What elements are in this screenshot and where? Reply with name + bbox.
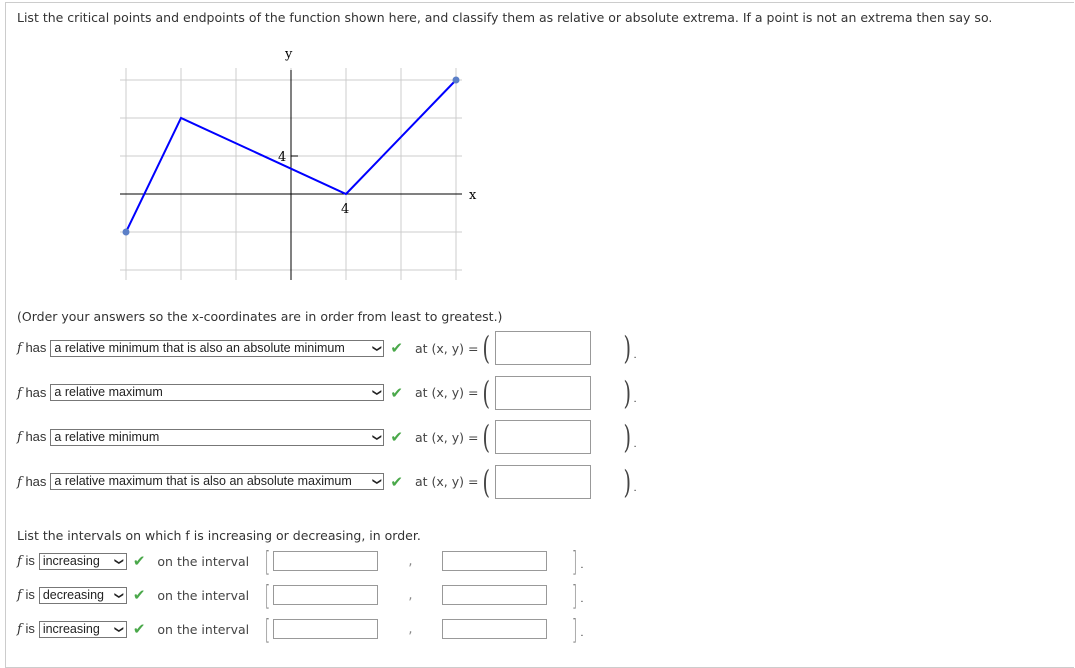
chevron-down-icon: ❯: [114, 557, 125, 565]
point-input[interactable]: [494, 375, 591, 410]
close-bracket: ]: [572, 578, 578, 612]
y-axis-label: y: [284, 47, 293, 62]
endpoint-marker: [122, 228, 130, 236]
x-tick-label: 4: [341, 202, 349, 217]
selected-value: increasing: [42, 621, 100, 636]
point-input[interactable]: [494, 420, 591, 454]
correct-check-icon: ✔: [390, 383, 403, 402]
at-label: at (x, y) =: [414, 429, 479, 445]
row-prefix: f has: [17, 384, 47, 401]
interval-start-input[interactable]: [273, 551, 379, 571]
row-prefix: f is: [17, 553, 35, 569]
interval-start-input[interactable]: [273, 619, 379, 639]
close-paren: ): [623, 462, 631, 501]
at-label: at (x, y) =: [414, 340, 479, 356]
interval-start-input[interactable]: [273, 585, 379, 605]
interval-label: on the interval: [157, 553, 250, 569]
open-paren: (: [482, 418, 491, 456]
correct-check-icon: ✔: [390, 428, 403, 446]
correct-check-icon: ✔: [390, 472, 403, 491]
open-paren: (: [482, 373, 491, 412]
interval-row: f is increasing ❯ ✔ on the interval [ , ]…: [17, 544, 584, 578]
extrema-row: f has a relative minimum ❯ ✔ at (x, y) = …: [17, 418, 637, 456]
row-prefix: f is: [17, 587, 35, 603]
comma: ,: [408, 621, 413, 637]
monotonic-select[interactable]: decreasing ❯: [38, 586, 127, 604]
chevron-down-icon: ❯: [372, 388, 383, 397]
monotonic-select[interactable]: increasing ❯: [38, 620, 127, 638]
interval-end-input[interactable]: [442, 551, 548, 571]
chevron-down-icon: ❯: [372, 344, 383, 352]
selected-value: a relative maximum that is also an absol…: [54, 474, 352, 488]
at-label: at (x, y) =: [414, 385, 479, 400]
extremum-type-select[interactable]: a relative minimum that is also an absol…: [50, 339, 385, 357]
selected-value: a relative minimum that is also an absol…: [54, 340, 345, 355]
correct-check-icon: ✔: [132, 586, 146, 604]
interval-end-input[interactable]: [442, 619, 548, 639]
point-input[interactable]: [494, 464, 591, 499]
correct-check-icon: ✔: [132, 620, 146, 638]
close-paren: ): [623, 373, 631, 412]
extremum-type-select[interactable]: a relative maximum ❯: [50, 384, 385, 401]
function-graph: y x 4 4: [120, 47, 477, 280]
close-paren: ): [623, 418, 631, 456]
interval-row: f is increasing ❯ ✔ on the interval [ , ]…: [17, 612, 584, 646]
close-bracket: ]: [572, 544, 578, 578]
open-bracket: [: [265, 612, 271, 646]
interval-row: f is decreasing ❯ ✔ on the interval [ , ]…: [17, 578, 584, 612]
correct-check-icon: ✔: [132, 552, 146, 570]
chevron-down-icon: ❯: [372, 433, 383, 441]
row-prefix: f is: [17, 621, 35, 637]
close-paren: ): [623, 329, 631, 367]
extrema-row: f has a relative maximum that is also an…: [17, 462, 637, 501]
row-prefix: f has: [17, 473, 47, 490]
comma: ,: [408, 587, 413, 603]
selected-value: a relative maximum: [54, 385, 163, 399]
point-input[interactable]: [494, 331, 591, 365]
order-note: (Order your answers so the x-coordinates…: [17, 309, 503, 324]
row-prefix: f has: [17, 340, 47, 356]
close-bracket: ]: [572, 612, 578, 646]
interval-end-input[interactable]: [442, 585, 548, 605]
x-axis-label: x: [469, 188, 477, 203]
selected-value: a relative minimum: [54, 429, 160, 444]
intervals-prompt: List the intervals on which f is increas…: [17, 528, 421, 543]
extrema-row: f has a relative maximum ❯ ✔ at (x, y) = …: [17, 373, 637, 412]
open-bracket: [: [265, 544, 271, 578]
interval-label: on the interval: [157, 587, 250, 603]
monotonic-select[interactable]: increasing ❯: [38, 552, 127, 570]
extremum-type-select[interactable]: a relative maximum that is also an absol…: [50, 473, 385, 490]
correct-check-icon: ✔: [390, 339, 403, 357]
open-paren: (: [482, 329, 491, 367]
at-label: at (x, y) =: [414, 474, 479, 489]
chevron-down-icon: ❯: [114, 625, 125, 633]
row-prefix: f has: [17, 429, 47, 445]
chevron-down-icon: ❯: [372, 477, 383, 486]
comma: ,: [408, 553, 413, 569]
interval-label: on the interval: [157, 621, 250, 637]
chevron-down-icon: ❯: [114, 591, 125, 599]
endpoint-marker: [452, 76, 460, 84]
question-prompt: List the critical points and endpoints o…: [17, 10, 993, 25]
open-bracket: [: [265, 578, 271, 612]
extremum-type-select[interactable]: a relative minimum ❯: [50, 428, 385, 446]
selected-value: increasing: [42, 553, 100, 568]
extrema-row: f has a relative minimum that is also an…: [17, 329, 637, 367]
selected-value: decreasing: [42, 587, 104, 602]
open-paren: (: [482, 462, 491, 501]
